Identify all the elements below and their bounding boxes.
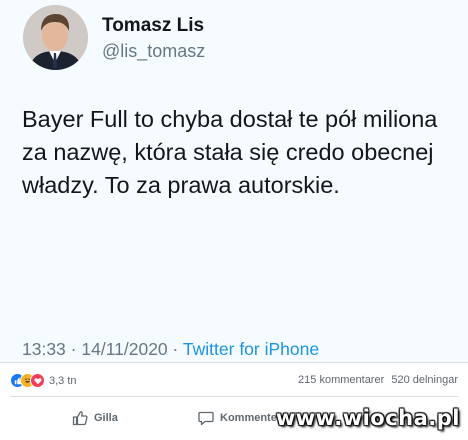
shares-count[interactable]: 520 delningar [391, 374, 458, 386]
reaction-count: 3,3 tn [49, 374, 77, 387]
tweet-text: Bayer Full to chyba dostał te pół milion… [22, 106, 438, 198]
comment-button[interactable]: Kommentera [198, 410, 287, 426]
tweet-card: Tomasz Lis @lis_tomasz Bayer Full to chy… [0, 0, 468, 362]
divider [10, 396, 458, 397]
avatar-photo-icon [23, 5, 88, 70]
comment-icon [198, 411, 214, 426]
engagement-counts: 215 kommentarer 520 delningar [298, 374, 458, 386]
tweet-date[interactable]: 14/11/2020 [81, 339, 167, 359]
like-label: Gilla [94, 412, 118, 424]
watermark: www.wiocha.pl [275, 406, 460, 430]
thumbs-up-icon [72, 411, 88, 426]
meta-separator: · [172, 339, 179, 359]
facebook-action-bar: 3,3 tn 215 kommentarer 520 delningar Gil… [0, 362, 468, 440]
tweet-time[interactable]: 13:33 [22, 339, 66, 359]
comments-count[interactable]: 215 kommentarer [298, 374, 384, 386]
author-name[interactable]: Tomasz Lis [102, 15, 204, 37]
love-icon [30, 373, 45, 388]
tweet-meta: 13:33 · 14/11/2020 · Twitter for iPhone [22, 339, 319, 360]
like-button[interactable]: Gilla [72, 410, 118, 426]
author-handle[interactable]: @lis_tomasz [102, 41, 205, 62]
reaction-summary[interactable]: 3,3 tn [10, 373, 77, 388]
tweet-source[interactable]: Twitter for iPhone [183, 339, 319, 359]
avatar[interactable] [23, 5, 88, 70]
meta-separator: · [70, 339, 77, 359]
